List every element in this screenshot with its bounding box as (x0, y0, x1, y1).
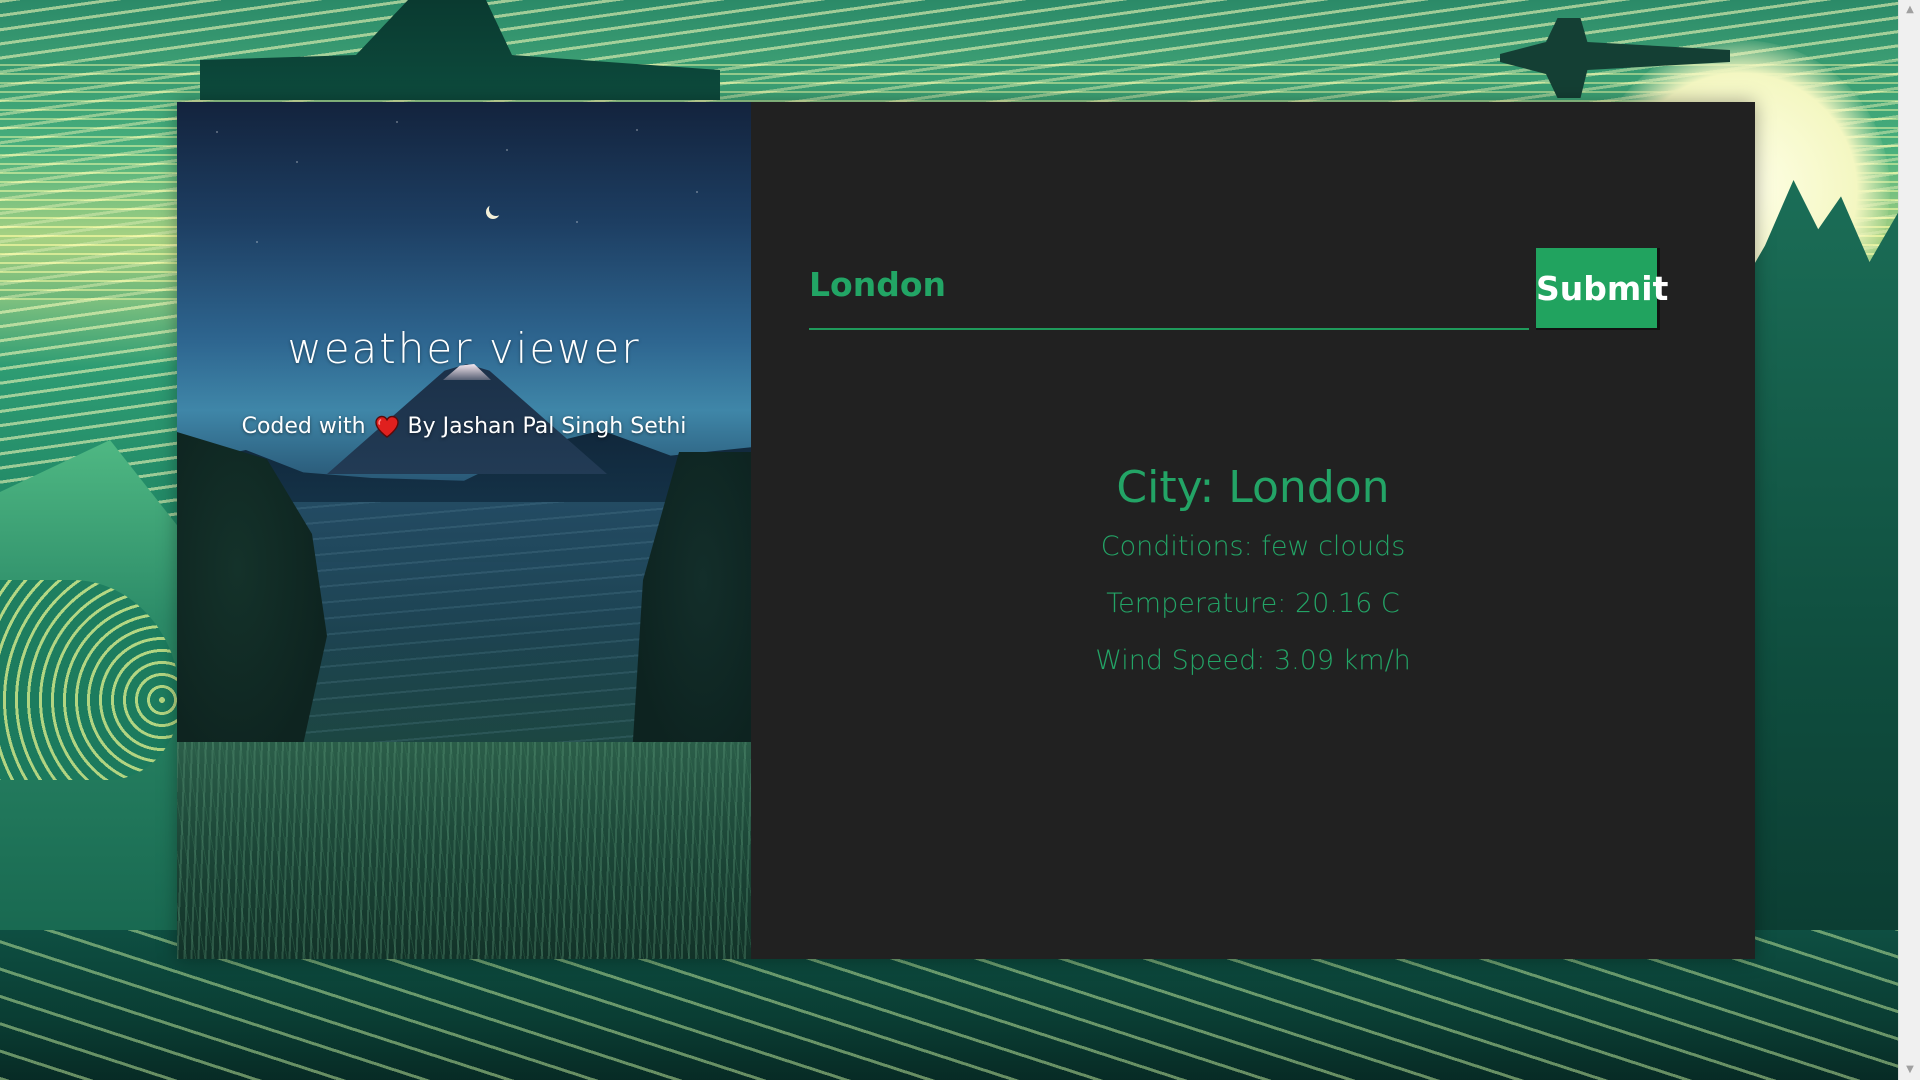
scroll-down-arrow-icon[interactable]: ▼ (1899, 1060, 1920, 1080)
credit-prefix: Coded with (241, 414, 366, 439)
crescent-moon (489, 202, 503, 216)
credit-line: Coded with By Jashan Pal Singh Sethi (177, 414, 751, 439)
wind-speed-text: Wind Speed: 3.09 km/h (1095, 645, 1411, 676)
weather-panel: Submit City: London Conditions: few clou… (751, 102, 1755, 959)
vertical-scrollbar[interactable]: ▲ ▼ (1898, 0, 1920, 1080)
city-input[interactable] (809, 246, 1529, 330)
hero-panel: weather viewer Coded with By Jashan Pal … (177, 102, 751, 959)
grass-foreground (177, 742, 751, 959)
heart-icon (374, 415, 400, 439)
city-heading: City: London (1116, 462, 1390, 513)
submit-button[interactable]: Submit (1536, 248, 1668, 330)
scroll-up-arrow-icon[interactable]: ▲ (1899, 0, 1920, 20)
app-title: weather viewer (287, 324, 641, 373)
search-form: Submit (809, 246, 1699, 332)
weather-card: weather viewer Coded with By Jashan Pal … (177, 102, 1755, 959)
temperature-text: Temperature: 20.16 C (1106, 588, 1400, 619)
starship-silhouette-top (200, 0, 720, 100)
credit-suffix: By Jashan Pal Singh Sethi (407, 414, 687, 439)
conditions-text: Conditions: few clouds (1100, 531, 1406, 562)
weather-results: City: London Conditions: few clouds Temp… (751, 462, 1755, 702)
